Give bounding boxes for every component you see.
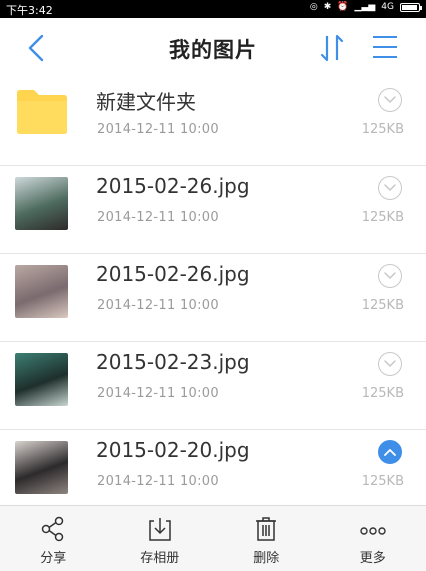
- image-thumbnail: [15, 353, 68, 406]
- chevron-down-icon: [384, 184, 396, 191]
- more-dots-icon: [360, 527, 386, 535]
- battery-icon: [400, 2, 422, 12]
- file-date: 2014-12-11 10:00: [97, 210, 219, 225]
- file-size: 125KB: [361, 298, 404, 313]
- image-thumbnail: [15, 265, 68, 318]
- file-name: 2015-02-26.jpg: [96, 262, 250, 286]
- image-thumbnail: [15, 441, 68, 494]
- file-size: 125KB: [361, 474, 404, 489]
- save-album-label: 存相册: [140, 551, 180, 566]
- select-circle-icon[interactable]: [378, 264, 402, 288]
- selected-check-icon[interactable]: [378, 440, 402, 464]
- file-date: 2014-12-11 10:00: [97, 122, 219, 137]
- file-list: 新建文件夹 2014-12-11 10:00 125KB 2015-02-26.jpg…: [0, 78, 426, 518]
- select-circle-icon[interactable]: [378, 352, 402, 376]
- battery-fill: [402, 4, 417, 10]
- file-date: 2014-12-11 10:00: [97, 298, 219, 313]
- bottom-toolbar: 分享 存相册 删除 更多: [0, 505, 426, 571]
- bluetooth-icon: ✱: [323, 2, 332, 12]
- file-name: 2015-02-23.jpg: [96, 350, 250, 374]
- nav-bar: 我的图片: [0, 18, 426, 78]
- file-name: 2015-02-20.jpg: [96, 438, 250, 462]
- status-time: 下午3:42: [6, 4, 53, 17]
- status-bar: 下午3:42 ◎ ✱ ⏰ ▁▃▅ 4G: [0, 0, 426, 18]
- share-button[interactable]: 分享: [0, 506, 107, 571]
- image-thumbnail: [15, 177, 68, 230]
- file-row[interactable]: 2015-02-23.jpg 2014-12-11 10:00 125KB: [0, 342, 426, 430]
- chevron-down-icon: [384, 272, 396, 279]
- delete-button[interactable]: 删除: [213, 506, 320, 571]
- select-circle-icon[interactable]: [378, 88, 402, 112]
- file-size: 125KB: [361, 386, 404, 401]
- download-box-icon: [149, 518, 171, 541]
- share-label: 分享: [40, 551, 67, 566]
- hotspot-icon: ◎: [309, 2, 318, 12]
- file-date: 2014-12-11 10:00: [97, 474, 219, 489]
- file-name: 2015-02-26.jpg: [96, 174, 250, 198]
- status-icons: ◎ ✱ ⏰ ▁▃▅ 4G: [309, 2, 422, 12]
- folder-row[interactable]: 新建文件夹 2014-12-11 10:00 125KB: [0, 78, 426, 166]
- signal-icon: ▁▃▅: [354, 2, 376, 12]
- file-date: 2014-12-11 10:00: [97, 386, 219, 401]
- folder-icon: [17, 90, 67, 134]
- chevron-down-icon: [384, 96, 396, 103]
- save-album-button[interactable]: 存相册: [107, 506, 214, 571]
- trash-icon: [256, 517, 277, 541]
- more-label: 更多: [359, 551, 386, 566]
- network-type: 4G: [381, 2, 394, 12]
- select-circle-icon[interactable]: [378, 176, 402, 200]
- more-button[interactable]: 更多: [320, 506, 426, 571]
- chevron-down-icon: [384, 360, 396, 367]
- sort-icon[interactable]: [318, 32, 346, 64]
- menu-icon[interactable]: [372, 34, 398, 60]
- file-row[interactable]: 2015-02-26.jpg 2014-12-11 10:00 125KB: [0, 166, 426, 254]
- page-title: 我的图片: [169, 38, 257, 62]
- file-size: 125KB: [361, 122, 404, 137]
- delete-label: 删除: [253, 551, 280, 566]
- alarm-icon: ⏰: [337, 2, 349, 12]
- file-size: 125KB: [361, 210, 404, 225]
- chevron-up-icon: [384, 449, 396, 456]
- share-icon: [42, 516, 64, 542]
- file-name: 新建文件夹: [96, 90, 196, 114]
- file-row[interactable]: 2015-02-26.jpg 2014-12-11 10:00 125KB: [0, 254, 426, 342]
